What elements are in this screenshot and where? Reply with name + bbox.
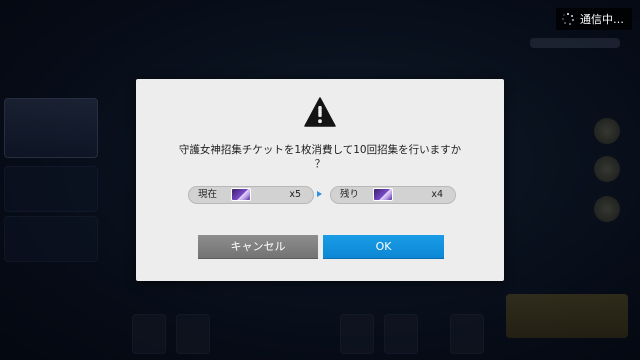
remaining-label: 残り bbox=[340, 189, 360, 200]
current-count: x5 bbox=[289, 189, 301, 200]
arrow-right-icon bbox=[317, 191, 322, 197]
dialog-message-line: 守護女神招集チケットを1枚消費して10回招集を行いますか bbox=[178, 144, 462, 156]
connection-status-text: 通信中… bbox=[580, 13, 624, 26]
current-ticket-count: 現在 x5 bbox=[188, 186, 314, 204]
cancel-button[interactable]: キャンセル bbox=[198, 235, 318, 259]
current-label: 現在 bbox=[198, 189, 218, 200]
summon-ticket-icon bbox=[231, 188, 251, 201]
loading-spinner-icon bbox=[562, 13, 574, 25]
summon-ticket-icon bbox=[373, 188, 393, 201]
remaining-ticket-count: 残り x4 bbox=[330, 186, 456, 204]
connection-status-badge: 通信中… bbox=[556, 8, 632, 30]
confirm-summon-dialog: 守護女神招集チケットを1枚消費して10回招集を行いますか ？ 現在 x5 残り … bbox=[136, 79, 504, 281]
game-screen: 通信中… 守護女神招集チケットを1枚消費して10回招集を行いますか ？ 現在 x… bbox=[0, 0, 640, 360]
warning-icon bbox=[304, 97, 336, 127]
dialog-message: 守護女神招集チケットを1枚消費して10回招集を行いますか ？ bbox=[136, 143, 504, 171]
remaining-count: x4 bbox=[431, 189, 443, 200]
dialog-message-question-mark: ？ bbox=[314, 158, 326, 170]
ok-button[interactable]: OK bbox=[323, 235, 444, 259]
